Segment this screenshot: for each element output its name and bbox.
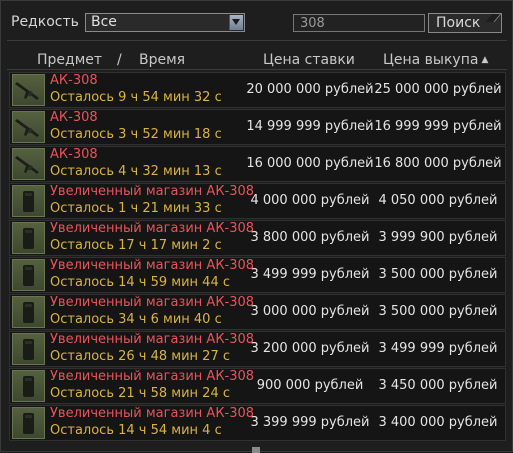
column-header-separator: / [117,52,122,68]
item-name: АК-308 [50,73,98,88]
table-row[interactable]: Увеличенный магазин АК-308 Осталось 34 ч … [9,294,506,330]
chevron-down-icon[interactable] [229,15,243,30]
magazine-icon [12,370,45,402]
item-name: Увеличенный магазин АК-308 [50,406,255,421]
buyout-price: 3 999 900 рублей [378,230,498,245]
time-remaining: Осталось 34 ч 6 мин 40 с [50,312,222,327]
divider [7,69,507,70]
scroll-handle[interactable] [252,447,260,453]
bid-price: 3 200 000 рублей [250,341,370,356]
item-name: Увеличенный магазин АК-308 [50,295,255,310]
magazine-icon [12,185,45,217]
buyout-price: 25 000 000 рублей [374,82,502,97]
column-header-bid-price[interactable]: Цена ставки [263,52,355,68]
table-row[interactable]: Увеличенный магазин АК-308 Осталось 26 ч … [9,331,506,367]
item-name: Увеличенный магазин АК-308 [50,258,255,273]
time-remaining: Осталось 17 ч 17 мин 2 с [50,238,222,253]
bid-price: 3 000 000 рублей [250,304,370,319]
table-row[interactable]: АК-308 Осталось 9 ч 54 мин 32 с 20 000 000… [9,72,506,108]
time-remaining: Осталось 9 ч 54 мин 32 с [50,90,222,105]
time-remaining: Осталось 3 ч 52 мин 18 с [50,127,222,142]
magazine-icon [12,333,45,365]
time-remaining: Осталось 21 ч 58 мин 24 с [50,386,230,401]
item-name: Увеличенный магазин АК-308 [50,221,255,236]
search-input[interactable] [293,14,425,32]
sort-ascending-icon: ▲ [481,55,489,65]
rarity-selected-value: Все [91,14,117,30]
table-row[interactable]: Увеличенный магазин АК-308 Осталось 14 ч … [9,257,506,293]
bid-price: 20 000 000 рублей [246,82,374,97]
item-name: Увеличенный магазин АК-308 [50,332,255,347]
time-remaining: Осталось 14 ч 59 мин 44 с [50,275,230,290]
magazine-icon [12,222,45,254]
item-name: Увеличенный магазин АК-308 [50,184,255,199]
item-name: АК-308 [50,147,98,162]
time-remaining: Осталось 1 ч 21 мин 33 с [50,201,222,216]
buyout-price: 3 450 000 рублей [378,378,498,393]
item-name: АК-308 [50,110,98,125]
bid-price: 3 399 999 рублей [250,415,370,430]
magazine-icon [12,296,45,328]
bid-price: 3 800 000 рублей [250,230,370,245]
buyout-price: 3 400 000 рублей [378,415,498,430]
buyout-price: 16 999 999 рублей [374,119,502,134]
bid-price: 4 000 000 рублей [250,193,370,208]
rifle-icon [12,74,45,106]
rifle-icon [12,148,45,180]
item-name: Увеличенный магазин АК-308 [50,369,255,384]
bid-price: 14 999 999 рублей [246,119,374,134]
rifle-icon [12,111,45,143]
table-row[interactable]: Увеличенный магазин АК-308 Осталось 14 ч … [9,405,506,441]
divider [7,40,507,41]
auction-list: АК-308 Осталось 9 ч 54 мин 32 с 20 000 000… [9,72,506,442]
time-remaining: Осталось 4 ч 32 мин 13 с [50,164,222,179]
bid-price: 16 000 000 рублей [246,156,374,171]
column-header-time[interactable]: Время [139,52,185,68]
rarity-label: Редкость [11,14,79,30]
time-remaining: Осталось 26 ч 48 мин 27 с [50,349,230,364]
column-header-buyout-price[interactable]: Цена выкупа ▲ [383,52,488,68]
magazine-icon [12,407,45,439]
buyout-header-label: Цена выкупа [383,52,479,68]
magazine-icon [12,259,45,291]
table-row[interactable]: АК-308 Осталось 4 ч 32 мин 13 с 16 000 000… [9,146,506,182]
buyout-price: 3 500 000 рублей [378,267,498,282]
table-row[interactable]: Увеличенный магазин АК-308 Осталось 17 ч … [9,220,506,256]
table-row[interactable]: Увеличенный магазин АК-308 Осталось 21 ч … [9,368,506,404]
buyout-price: 4 050 000 рублей [378,193,498,208]
auction-panel: Редкость Все Поиск Предмет / Время Цена … [0,0,513,453]
search-button[interactable]: Поиск [428,13,502,33]
bid-price: 900 000 рублей [256,378,364,393]
column-header-item[interactable]: Предмет [37,52,102,68]
buyout-price: 3 499 999 рублей [378,341,498,356]
table-row[interactable]: АК-308 Осталось 3 ч 52 мин 18 с 14 999 999… [9,109,506,145]
time-remaining: Осталось 14 ч 54 мин 4 с [50,423,222,438]
table-row[interactable]: Увеличенный магазин АК-308 Осталось 1 ч 2… [9,183,506,219]
buyout-price: 16 800 000 рублей [374,156,502,171]
buyout-price: 3 500 000 рублей [378,304,498,319]
bid-price: 3 499 999 рублей [250,267,370,282]
rarity-dropdown[interactable]: Все [85,13,245,32]
